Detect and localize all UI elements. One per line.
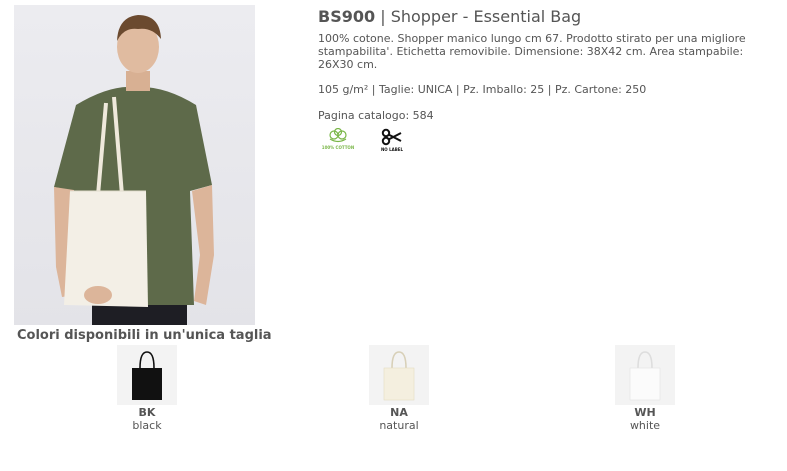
tote-bag-icon	[383, 351, 415, 401]
color-code: BK	[138, 406, 156, 419]
catalog-page: Pagina catalogo: 584	[318, 109, 434, 122]
swatch-thumbnail[interactable]	[369, 345, 429, 405]
product-info: BS900 | Shopper - Essential Bag 100% cot…	[318, 7, 758, 152]
product-code: BS900	[318, 7, 376, 26]
swatch-thumbnail[interactable]	[117, 345, 177, 405]
product-specs: 105 g/m² | Taglie: UNICA | Pz. Imballo: …	[318, 83, 647, 96]
color-code: WH	[634, 406, 656, 419]
color-code: NA	[390, 406, 408, 419]
product-description: 100% cotone. Shopper manico lungo cm 67.…	[318, 32, 746, 71]
color-name: black	[132, 419, 162, 432]
feature-badges: 100% COTTON NO LABEL	[318, 128, 758, 152]
color-swatch-black[interactable]: BK black	[107, 345, 187, 432]
product-title: BS900 | Shopper - Essential Bag	[318, 7, 758, 26]
swatch-thumbnail[interactable]	[615, 345, 675, 405]
color-swatch-white[interactable]: WH white	[605, 345, 685, 432]
product-name: Shopper - Essential Bag	[390, 7, 582, 26]
product-photo	[14, 5, 255, 325]
model-with-bag-image	[54, 15, 214, 325]
scissors-icon	[381, 128, 402, 146]
color-swatch-natural[interactable]: NA natural	[359, 345, 439, 432]
color-name: white	[629, 419, 661, 432]
title-separator: |	[375, 7, 391, 26]
badge-cotton: 100% COTTON	[318, 128, 358, 150]
color-name: natural	[379, 419, 419, 432]
tote-bag-icon	[629, 351, 661, 401]
colors-section-title: Colori disponibili in un'unica taglia	[17, 328, 272, 343]
badge-no-label-label: NO LABEL	[380, 147, 404, 152]
badge-no-label: NO LABEL	[372, 128, 412, 152]
cotton-boll-icon	[329, 128, 347, 143]
badge-cotton-label: 100% COTTON	[321, 145, 355, 150]
tote-bag-icon	[132, 351, 162, 400]
